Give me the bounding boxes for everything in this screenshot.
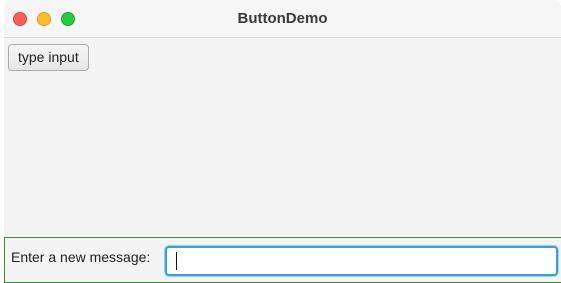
app-window: ButtonDemo type input Enter a new messag… — [4, 0, 561, 283]
title-bar[interactable]: ButtonDemo — [4, 0, 561, 38]
main-content: type input Enter a new message: — [4, 38, 561, 283]
message-bar: Enter a new message: — [4, 237, 561, 283]
message-label: Enter a new message: — [11, 249, 151, 265]
window-title: ButtonDemo — [237, 10, 328, 27]
text-caret — [176, 252, 177, 270]
message-input[interactable] — [165, 246, 558, 276]
type-input-button[interactable]: type input — [8, 44, 89, 71]
